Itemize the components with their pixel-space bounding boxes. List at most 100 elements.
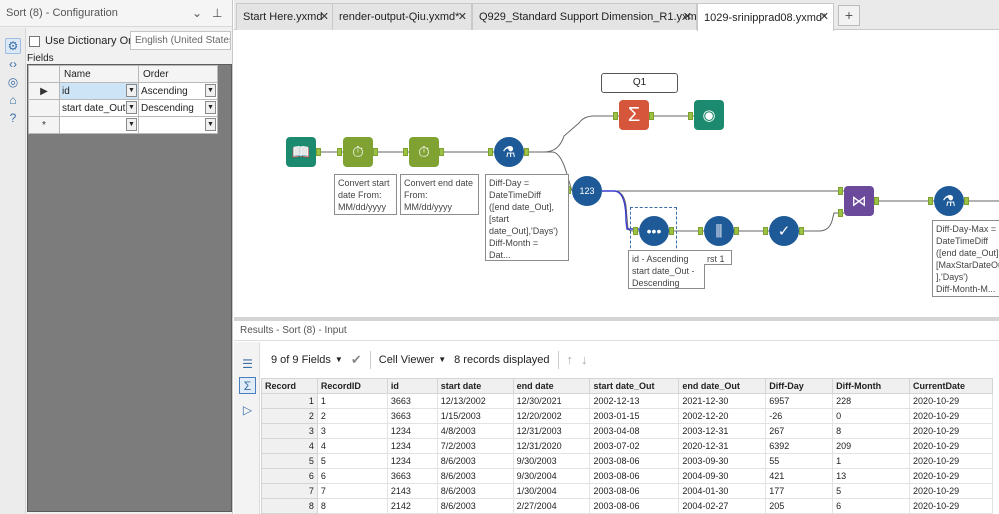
output-anchor[interactable] xyxy=(734,227,739,235)
table-cell[interactable]: 4 xyxy=(316,438,388,454)
table-cell[interactable]: 6 xyxy=(832,498,911,514)
chevron-down-icon[interactable]: ▼ xyxy=(126,118,137,131)
results-grid[interactable]: Record RecordID id start date end date s… xyxy=(261,378,993,514)
datetime-tool-icon[interactable]: ⏱ xyxy=(409,137,439,167)
tag-icon[interactable]: ⌂ xyxy=(5,92,21,108)
table-row[interactable]: 4 4 1234 7/2/2003 12/31/2020 2003-07-02 2020-1… xyxy=(261,438,993,454)
add-tab-button[interactable]: + xyxy=(838,5,860,26)
table-cell[interactable]: 55 xyxy=(765,453,834,469)
tab-start-here[interactable]: Start Here.yxmd ✕ xyxy=(236,3,334,30)
table-cell[interactable]: 5 xyxy=(316,453,388,469)
datetime-tool-icon[interactable]: ⏱ xyxy=(343,137,373,167)
table-cell[interactable]: 2020-12-31 xyxy=(678,438,767,454)
table-cell[interactable]: 2002-12-13 xyxy=(589,393,680,409)
table-cell[interactable]: 3663 xyxy=(386,408,438,424)
arrow-down-icon[interactable]: ↓ xyxy=(581,352,588,367)
table-cell[interactable]: 8/6/2003 xyxy=(436,483,514,499)
record-number[interactable]: 2 xyxy=(261,408,318,424)
input-anchor[interactable] xyxy=(928,197,933,205)
record-number[interactable]: 7 xyxy=(261,483,318,499)
table-cell[interactable]: 12/20/2002 xyxy=(512,408,591,424)
input-anchor[interactable] xyxy=(633,227,638,235)
table-cell[interactable]: 12/31/2020 xyxy=(512,438,591,454)
table-cell[interactable]: 1 xyxy=(832,453,911,469)
table-cell[interactable]: 1234 xyxy=(386,423,438,439)
table-cell[interactable]: 2142 xyxy=(386,498,438,514)
checkmark-icon[interactable]: ✓ xyxy=(769,216,799,246)
gear-icon[interactable]: ⚙ xyxy=(5,38,21,54)
table-cell[interactable]: 1/30/2004 xyxy=(512,483,591,499)
field-order-select[interactable]: ▼ xyxy=(138,116,218,134)
table-cell[interactable]: 209 xyxy=(832,438,911,454)
table-cell[interactable]: 2002-12-20 xyxy=(678,408,767,424)
input-anchor[interactable] xyxy=(763,227,768,235)
table-row[interactable]: 2 2 3663 1/15/2003 12/20/2002 2003-01-15 2002-… xyxy=(261,408,993,424)
table-cell[interactable]: 2020-10-29 xyxy=(909,438,993,454)
field-order-select[interactable]: Descending ▼ xyxy=(138,99,218,117)
table-row[interactable]: 5 5 1234 8/6/2003 9/30/2003 2003-08-06 2003-09… xyxy=(261,453,993,469)
table-cell[interactable]: 205 xyxy=(765,498,834,514)
close-icon[interactable]: ✕ xyxy=(683,10,692,23)
table-cell[interactable]: 9/30/2003 xyxy=(512,453,591,469)
close-icon[interactable]: ✕ xyxy=(320,10,329,23)
close-icon[interactable]: ✕ xyxy=(458,10,467,23)
column-header[interactable]: CurrentDate xyxy=(909,378,993,394)
output-anchor[interactable] xyxy=(874,197,879,205)
table-cell[interactable]: 2020-10-29 xyxy=(909,483,993,499)
table-cell[interactable]: 2004-09-30 xyxy=(678,468,767,484)
table-cell[interactable]: 8 xyxy=(316,498,388,514)
field-name-select[interactable]: start date_Out ▼ xyxy=(59,99,139,117)
field-name-select[interactable]: id ▼ xyxy=(59,82,139,100)
field-row-new[interactable]: * ▼ ▼ xyxy=(28,116,218,134)
table-cell[interactable]: 0 xyxy=(832,408,911,424)
table-cell[interactable]: 2020-10-29 xyxy=(909,393,993,409)
column-header[interactable]: Diff-Month xyxy=(832,378,911,394)
table-row[interactable]: 7 7 2143 8/6/2003 1/30/2004 2003-08-06 2004-01… xyxy=(261,483,993,499)
code-icon[interactable]: ‹› xyxy=(5,56,21,72)
chevron-down-icon[interactable]: ▼ xyxy=(126,84,137,97)
record-number[interactable]: 1 xyxy=(261,393,318,409)
table-cell[interactable]: 2003-08-06 xyxy=(589,453,680,469)
table-cell[interactable]: 3663 xyxy=(386,393,438,409)
table-row[interactable]: 1 1 3663 12/13/2002 12/30/2021 2002-12-13 2021… xyxy=(261,393,993,409)
table-cell[interactable]: 2004-02-27 xyxy=(678,498,767,514)
input-anchor[interactable] xyxy=(838,209,843,217)
table-cell[interactable]: 9/30/2004 xyxy=(512,468,591,484)
summarize-sigma-icon[interactable]: Σ xyxy=(619,100,649,130)
table-cell[interactable]: 6957 xyxy=(765,393,834,409)
table-cell[interactable]: 177 xyxy=(765,483,834,499)
table-cell[interactable]: 2003-07-02 xyxy=(589,438,680,454)
tab-1029[interactable]: 1029-srinipprad08.yxmd* ✕ xyxy=(697,3,834,31)
table-cell[interactable]: 8/6/2003 xyxy=(436,468,514,484)
table-cell[interactable]: 2020-10-29 xyxy=(909,468,993,484)
column-header[interactable]: Diff-Day xyxy=(765,378,834,394)
input-anchor[interactable] xyxy=(698,227,703,235)
record-number[interactable]: 3 xyxy=(261,423,318,439)
pin-icon[interactable]: ⊥ xyxy=(212,6,222,20)
table-cell[interactable]: 2 xyxy=(316,408,388,424)
table-cell[interactable]: 2020-10-29 xyxy=(909,423,993,439)
input-anchor[interactable] xyxy=(488,148,493,156)
table-cell[interactable]: 3 xyxy=(316,423,388,439)
table-cell[interactable]: 6392 xyxy=(765,438,834,454)
output-anchor[interactable] xyxy=(316,148,321,156)
tab-render-output[interactable]: render-output-Qiu.yxmd* ✕ xyxy=(332,3,472,30)
fields-grid[interactable]: Name Order ▶ id ▼ Ascending ▼ start date_O… xyxy=(27,64,232,512)
column-header[interactable]: end date xyxy=(512,378,591,394)
column-header[interactable]: id xyxy=(386,378,438,394)
table-cell[interactable]: 12/30/2021 xyxy=(512,393,591,409)
table-cell[interactable]: 2020-10-29 xyxy=(909,498,993,514)
table-cell[interactable]: 6 xyxy=(316,468,388,484)
table-cell[interactable]: 1234 xyxy=(386,453,438,469)
record-number[interactable]: 8 xyxy=(261,498,318,514)
output-anchor[interactable] xyxy=(524,148,529,156)
input-anchor[interactable] xyxy=(838,187,843,195)
record-id-tool-icon[interactable]: 123 xyxy=(572,176,602,206)
formula-flask-icon[interactable]: ⚗ xyxy=(934,186,964,216)
table-cell[interactable]: 2020-10-29 xyxy=(909,408,993,424)
tag-icon[interactable]: ▷ xyxy=(239,402,256,419)
table-cell[interactable]: 2003-08-06 xyxy=(589,483,680,499)
output-anchor[interactable] xyxy=(373,148,378,156)
sort-tool-icon[interactable]: ••• xyxy=(639,216,669,246)
output-anchor[interactable] xyxy=(669,227,674,235)
